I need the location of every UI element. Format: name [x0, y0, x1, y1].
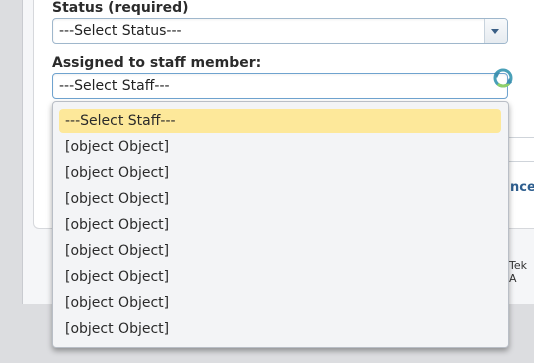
dropdown-option[interactable]: [object Object]	[59, 187, 501, 211]
background-footer-fragment: Tek A	[509, 259, 527, 285]
dropdown-option[interactable]: [object Object]	[59, 265, 501, 289]
dropdown-option[interactable]: [object Object]	[59, 213, 501, 237]
staff-label: Assigned to staff member:	[52, 55, 262, 71]
dropdown-option-select-staff[interactable]: ---Select Staff---	[59, 109, 501, 133]
status-select-value: ---Select Status---	[59, 23, 182, 39]
background-divider	[509, 137, 534, 138]
status-select-arrow-button[interactable]	[484, 19, 507, 43]
dropdown-option[interactable]: [object Object]	[59, 317, 501, 341]
background-link-fragment[interactable]: nce	[510, 180, 534, 195]
background-divider	[509, 161, 534, 162]
staff-select-value: ---Select Staff---	[59, 78, 170, 94]
dropdown-option[interactable]: [object Object]	[59, 161, 501, 185]
dropdown-option[interactable]: [object Object]	[59, 291, 501, 315]
refresh-icon[interactable]	[491, 66, 515, 90]
dropdown-option[interactable]: [object Object]	[59, 239, 501, 263]
status-label: Status (required)	[52, 0, 189, 16]
staff-dropdown-list[interactable]: ---Select Staff--- [object Object] [obje…	[52, 101, 509, 348]
status-select[interactable]: ---Select Status---	[52, 18, 508, 44]
staff-select[interactable]: ---Select Staff---	[52, 73, 508, 99]
chevron-down-icon	[491, 29, 499, 34]
dropdown-option[interactable]: [object Object]	[59, 135, 501, 159]
